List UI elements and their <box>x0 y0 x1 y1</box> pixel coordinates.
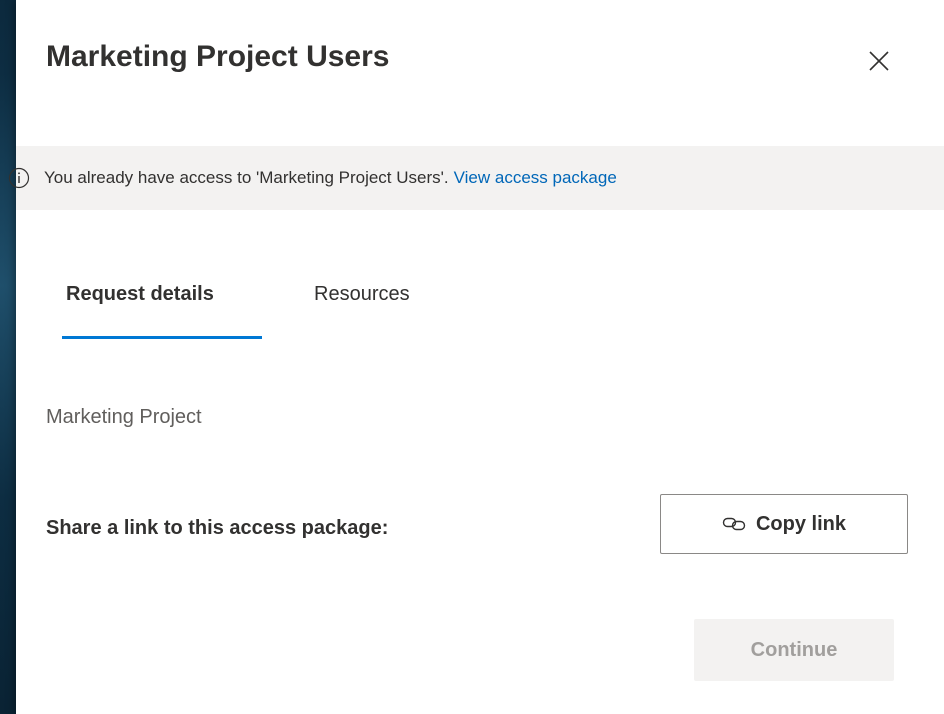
link-icon <box>722 515 746 533</box>
tab-request-details[interactable]: Request details <box>66 283 214 306</box>
info-banner: You already have access to 'Marketing Pr… <box>8 146 944 210</box>
close-icon <box>869 51 889 71</box>
copy-link-label: Copy link <box>755 512 846 535</box>
continue-label: Continue <box>750 638 838 661</box>
continue-button[interactable]: Continue <box>694 619 894 681</box>
selected-tab-indicator <box>62 336 262 339</box>
share-link-label: Share a link to this access package: <box>46 517 389 539</box>
close-button[interactable] <box>862 44 896 78</box>
panel-title: Marketing Project Users <box>46 40 390 73</box>
banner-message: You already have access to 'Marketing Pr… <box>44 168 449 187</box>
info-icon <box>8 167 30 189</box>
copy-link-button[interactable]: Copy link <box>660 494 908 554</box>
view-access-package-link[interactable]: View access package <box>454 168 617 188</box>
access-package-panel: Marketing Project Users You already have… <box>8 0 944 714</box>
package-description: Marketing Project <box>46 406 202 428</box>
tab-resources[interactable]: Resources <box>314 283 410 306</box>
